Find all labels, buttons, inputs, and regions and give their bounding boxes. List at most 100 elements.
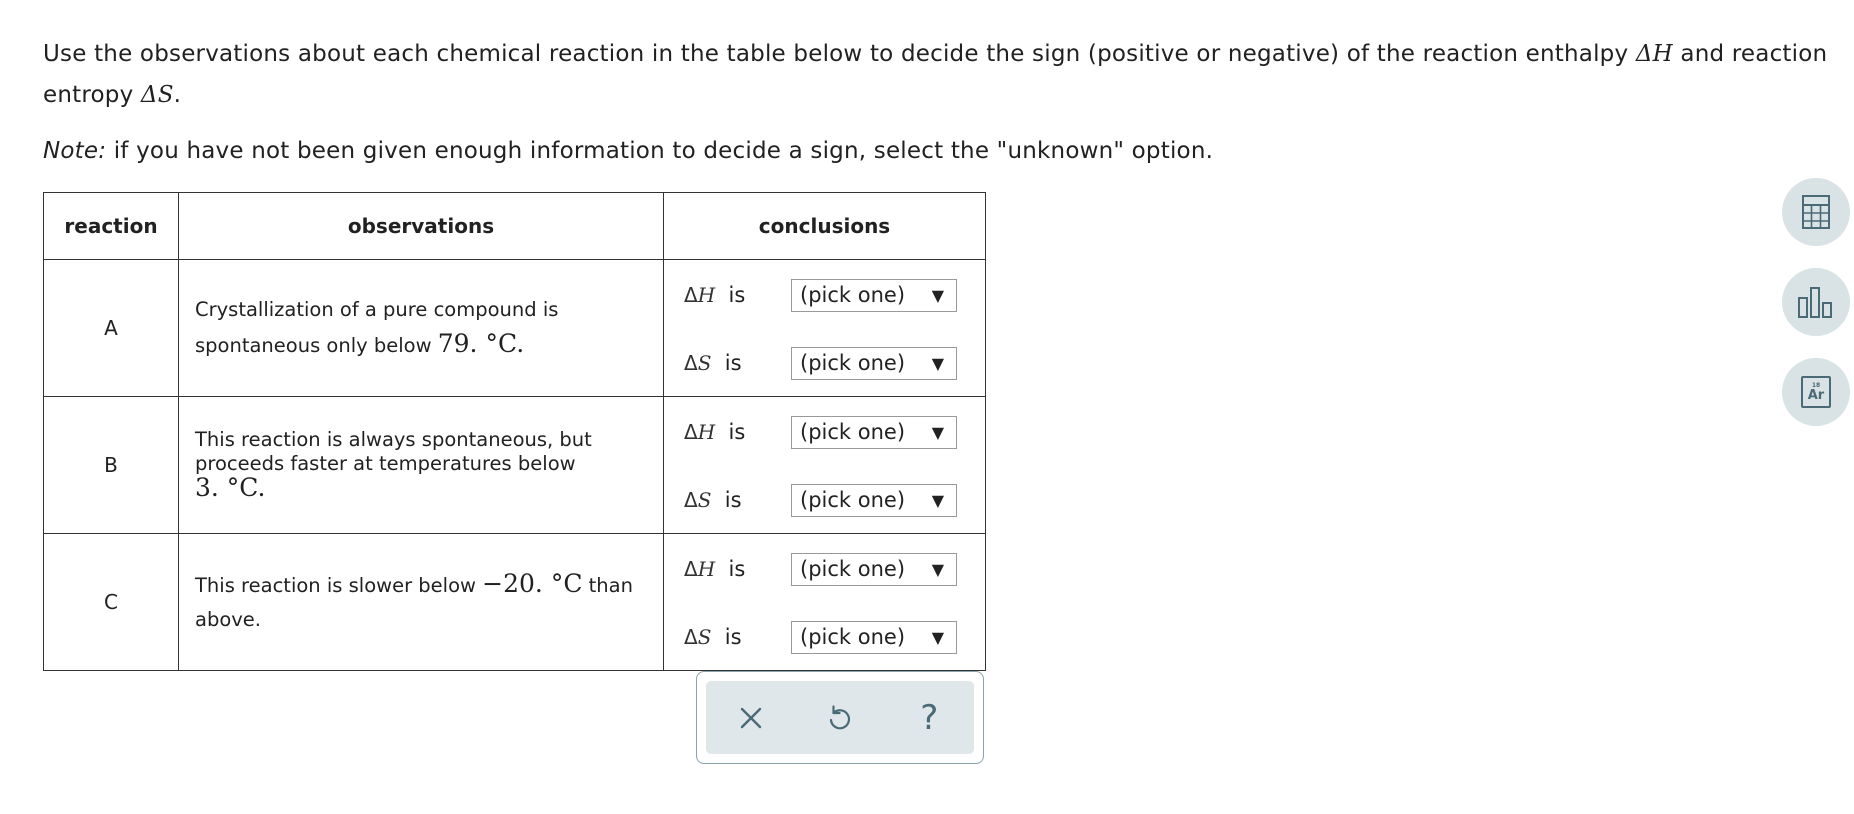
- variable-symbol: S: [697, 488, 712, 512]
- observation-text-part: This reaction is always spontaneous, but…: [195, 428, 592, 475]
- is-label: is: [724, 351, 742, 375]
- dropdown-arrow-icon: ▼: [931, 285, 944, 305]
- clear-button[interactable]: [726, 693, 776, 743]
- entropy-sign-select[interactable]: (pick one) ▼: [791, 620, 957, 654]
- select-value: (pick one): [800, 625, 906, 649]
- observation-cell: This reaction is slower below −20. °C th…: [178, 533, 664, 671]
- entropy-label: ΔS is: [684, 488, 791, 512]
- enthalpy-sign-select[interactable]: (pick one) ▼: [791, 278, 957, 312]
- variable-symbol: S: [697, 351, 712, 375]
- enthalpy-label: ΔH is: [684, 557, 791, 581]
- note-text: if you have not been given enough inform…: [106, 138, 1214, 164]
- enthalpy-row: ΔH is (pick one) ▼: [684, 552, 957, 586]
- data-button[interactable]: [1782, 268, 1850, 336]
- entropy-label: ΔS is: [684, 625, 791, 649]
- calculator-icon: [1802, 195, 1830, 229]
- bar-chart-icon: [1798, 287, 1832, 318]
- observation-end: .: [257, 473, 266, 502]
- periodic-table-icon: 18 Ar: [1801, 376, 1831, 408]
- observation-text-part: This reaction is slower below: [195, 574, 483, 597]
- enthalpy-sign-select[interactable]: (pick one) ▼: [791, 415, 957, 449]
- table-row: A Crystallization of a pure compound is …: [43, 259, 986, 397]
- reaction-label: B: [43, 396, 179, 534]
- select-value: (pick one): [800, 351, 906, 375]
- reaction-table: reaction observations conclusions A Crys…: [43, 192, 986, 671]
- observation-cell: Crystallization of a pure compound is sp…: [178, 259, 664, 397]
- conclusion-cell: ΔH is (pick one) ▼ ΔS is (pick one) ▼: [663, 533, 986, 671]
- is-label: is: [728, 420, 746, 444]
- entropy-label: ΔS is: [684, 351, 791, 375]
- note: Note: if you have not been given enough …: [43, 133, 1213, 169]
- observation-text: Crystallization of a pure compound is sp…: [179, 293, 663, 363]
- select-value: (pick one): [800, 557, 906, 581]
- delta-symbol: Δ: [684, 283, 698, 307]
- prompt-text-3: entropy: [43, 82, 141, 108]
- conclusion-cell: ΔH is (pick one) ▼ ΔS is (pick one) ▼: [663, 259, 986, 397]
- prompt-text-2: and reaction: [1672, 41, 1828, 67]
- enthalpy-label: ΔH is: [684, 420, 791, 444]
- delta-symbol: Δ: [684, 557, 698, 581]
- observation-end: .: [516, 329, 525, 358]
- answer-action-panel: ?: [696, 671, 984, 764]
- element-symbol: Ar: [1807, 387, 1825, 403]
- help-button[interactable]: ?: [904, 693, 954, 743]
- is-label: is: [728, 557, 746, 581]
- undo-button[interactable]: [815, 693, 865, 743]
- delta-symbol: Δ: [684, 420, 698, 444]
- enthalpy-sign-select[interactable]: (pick one) ▼: [791, 552, 957, 586]
- periodic-table-button[interactable]: 18 Ar: [1782, 358, 1850, 426]
- conclusion-cell: ΔH is (pick one) ▼ ΔS is (pick one) ▼: [663, 396, 986, 534]
- help-icon: ?: [920, 697, 939, 738]
- observation-cell: This reaction is always spontaneous, but…: [178, 396, 664, 534]
- dropdown-arrow-icon: ▼: [931, 422, 944, 442]
- entropy-row: ΔS is (pick one) ▼: [684, 483, 957, 517]
- entropy-sign-select[interactable]: (pick one) ▼: [791, 346, 957, 380]
- is-label: is: [724, 488, 742, 512]
- answer-action-bar: ?: [706, 681, 974, 754]
- variable-symbol: H: [697, 420, 716, 444]
- variable-symbol: S: [697, 625, 712, 649]
- header-observations: observations: [178, 192, 664, 260]
- delta-symbol: Δ: [684, 625, 698, 649]
- header-reaction: reaction: [43, 192, 179, 260]
- observation-text: This reaction is slower below −20. °C th…: [179, 567, 663, 637]
- prompt-text-1: Use the observations about each chemical…: [43, 41, 1636, 67]
- question-prompt: Use the observations about each chemical…: [43, 34, 1843, 116]
- table-header-row: reaction observations conclusions: [43, 192, 986, 260]
- dropdown-arrow-icon: ▼: [931, 490, 944, 510]
- entropy-symbol: ΔS: [140, 82, 174, 108]
- select-value: (pick one): [800, 283, 906, 307]
- note-label: Note:: [43, 138, 107, 164]
- dropdown-arrow-icon: ▼: [931, 559, 944, 579]
- dropdown-arrow-icon: ▼: [931, 627, 944, 647]
- select-value: (pick one): [800, 420, 906, 444]
- enthalpy-symbol: ΔH: [1635, 41, 1673, 67]
- temperature-value: −20. °C: [482, 569, 583, 598]
- calculator-button[interactable]: [1782, 178, 1850, 246]
- variable-symbol: H: [697, 283, 716, 307]
- table-row: B This reaction is always spontaneous, b…: [43, 396, 986, 534]
- undo-icon: [829, 704, 851, 729]
- entropy-sign-select[interactable]: (pick one) ▼: [791, 483, 957, 517]
- close-icon: [740, 707, 761, 728]
- variable-symbol: H: [697, 557, 716, 581]
- is-label: is: [724, 625, 742, 649]
- delta-symbol: Δ: [684, 351, 698, 375]
- observation-text: This reaction is always spontaneous, but…: [179, 428, 663, 502]
- enthalpy-row: ΔH is (pick one) ▼: [684, 415, 957, 449]
- enthalpy-row: ΔH is (pick one) ▼: [684, 278, 957, 312]
- entropy-row: ΔS is (pick one) ▼: [684, 346, 957, 380]
- reaction-label: A: [43, 259, 179, 397]
- select-value: (pick one): [800, 488, 906, 512]
- entropy-row: ΔS is (pick one) ▼: [684, 620, 957, 654]
- enthalpy-label: ΔH is: [684, 283, 791, 307]
- temperature-value: 79. °C: [437, 329, 517, 358]
- header-conclusions: conclusions: [663, 192, 986, 260]
- reaction-label: C: [43, 533, 179, 671]
- prompt-text-4: .: [173, 82, 182, 108]
- table-row: C This reaction is slower below −20. °C …: [43, 533, 986, 671]
- delta-symbol: Δ: [684, 488, 698, 512]
- dropdown-arrow-icon: ▼: [931, 353, 944, 373]
- is-label: is: [728, 283, 746, 307]
- temperature-value: 3. °C: [195, 473, 258, 502]
